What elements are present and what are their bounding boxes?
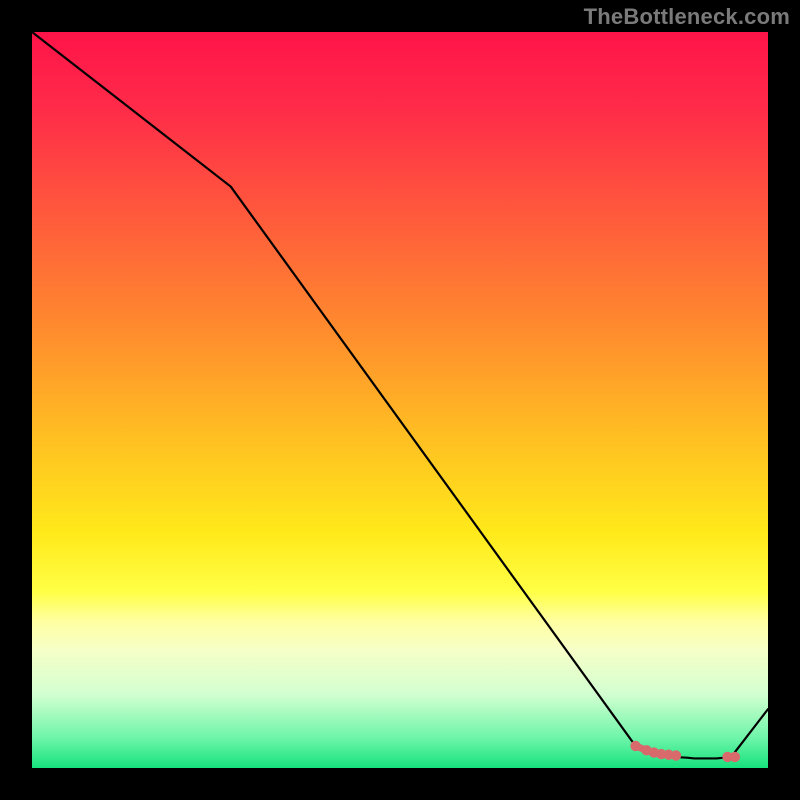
chart-layer — [32, 32, 768, 762]
data-line — [32, 32, 768, 758]
chart-svg — [32, 32, 768, 768]
plot-area — [32, 32, 768, 768]
attribution-text: TheBottleneck.com — [584, 4, 790, 30]
chart-frame: TheBottleneck.com — [0, 0, 800, 800]
marker-dot — [671, 750, 681, 760]
marker-dot — [630, 741, 640, 751]
marker-dot — [730, 752, 740, 762]
data-markers — [630, 741, 740, 762]
